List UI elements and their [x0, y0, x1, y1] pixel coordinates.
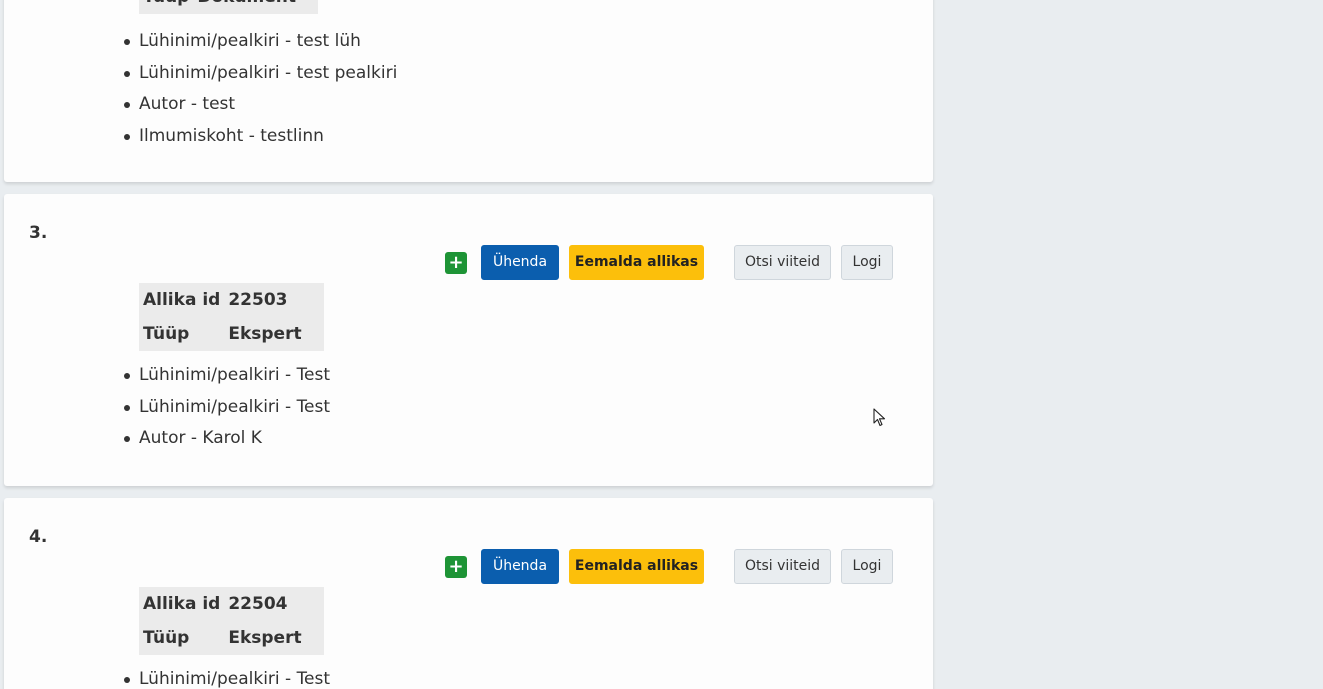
join-button[interactable]: Ühenda	[481, 245, 559, 280]
type-row: Tüüp Ekspert	[139, 317, 324, 351]
id-label: Allika id	[143, 290, 221, 310]
list-item: Lühinimi/pealkiri - test pealkiri	[123, 58, 397, 90]
card-number: 3.	[29, 223, 48, 243]
list-item: Lühinimi/pealkiri - Test	[123, 664, 330, 689]
search-references-button[interactable]: Otsi viiteid	[734, 245, 831, 280]
card-number: 4.	[29, 527, 48, 547]
type-value: Ekspert	[228, 324, 302, 344]
type-label: Tüüp	[143, 628, 190, 648]
source-fields-list: Lühinimi/pealkiri - Test Lühinimi/pealki…	[123, 360, 330, 455]
type-value: Dokument	[193, 0, 318, 14]
list-item: Lühinimi/pealkiri - test lüh	[123, 26, 397, 58]
page: Tüüp Dokument Lühinimi/pealkiri - test l…	[0, 0, 1323, 689]
id-value: 22503	[228, 290, 288, 310]
source-card-2: Tüüp Dokument Lühinimi/pealkiri - test l…	[4, 0, 933, 182]
log-button[interactable]: Logi	[841, 549, 893, 584]
remove-source-button[interactable]: Eemalda allikas	[569, 549, 704, 584]
type-label: Tüüp	[139, 0, 193, 14]
source-fields-list: Lühinimi/pealkiri - Test	[123, 664, 330, 689]
type-label: Tüüp	[143, 324, 190, 344]
type-value: Ekspert	[228, 628, 302, 648]
mouse-cursor-icon	[873, 408, 886, 427]
source-info-table: Allika id 22503 Tüüp Ekspert	[139, 283, 324, 351]
list-item: Autor - test	[123, 89, 397, 121]
list-item: Lühinimi/pealkiri - Test	[123, 392, 330, 424]
source-fields-list: Lühinimi/pealkiri - test lüh Lühinimi/pe…	[123, 26, 397, 152]
source-info-table: Tüüp Dokument	[139, 0, 319, 14]
id-label: Allika id	[143, 594, 221, 614]
list-item: Autor - Karol K	[123, 423, 330, 455]
search-references-button[interactable]: Otsi viiteid	[734, 549, 831, 584]
plus-icon[interactable]: +	[445, 556, 467, 578]
id-row: Allika id 22504	[139, 587, 324, 621]
list-item: Lühinimi/pealkiri - Test	[123, 360, 330, 392]
list-item: Ilmumiskoht - testlinn	[123, 121, 397, 153]
source-card-4: 4. + Ühenda Eemalda allikas Otsi viiteid…	[4, 498, 933, 689]
plus-icon[interactable]: +	[445, 252, 467, 274]
id-row: Allika id 22503	[139, 283, 324, 317]
log-button[interactable]: Logi	[841, 245, 893, 280]
remove-source-button[interactable]: Eemalda allikas	[569, 245, 704, 280]
join-button[interactable]: Ühenda	[481, 549, 559, 584]
source-info-table: Allika id 22504 Tüüp Ekspert	[139, 587, 324, 655]
id-value: 22504	[228, 594, 288, 614]
type-row: Tüüp Dokument	[139, 0, 318, 14]
source-card-3: 3. + Ühenda Eemalda allikas Otsi viiteid…	[4, 194, 933, 486]
type-row: Tüüp Ekspert	[139, 621, 324, 655]
